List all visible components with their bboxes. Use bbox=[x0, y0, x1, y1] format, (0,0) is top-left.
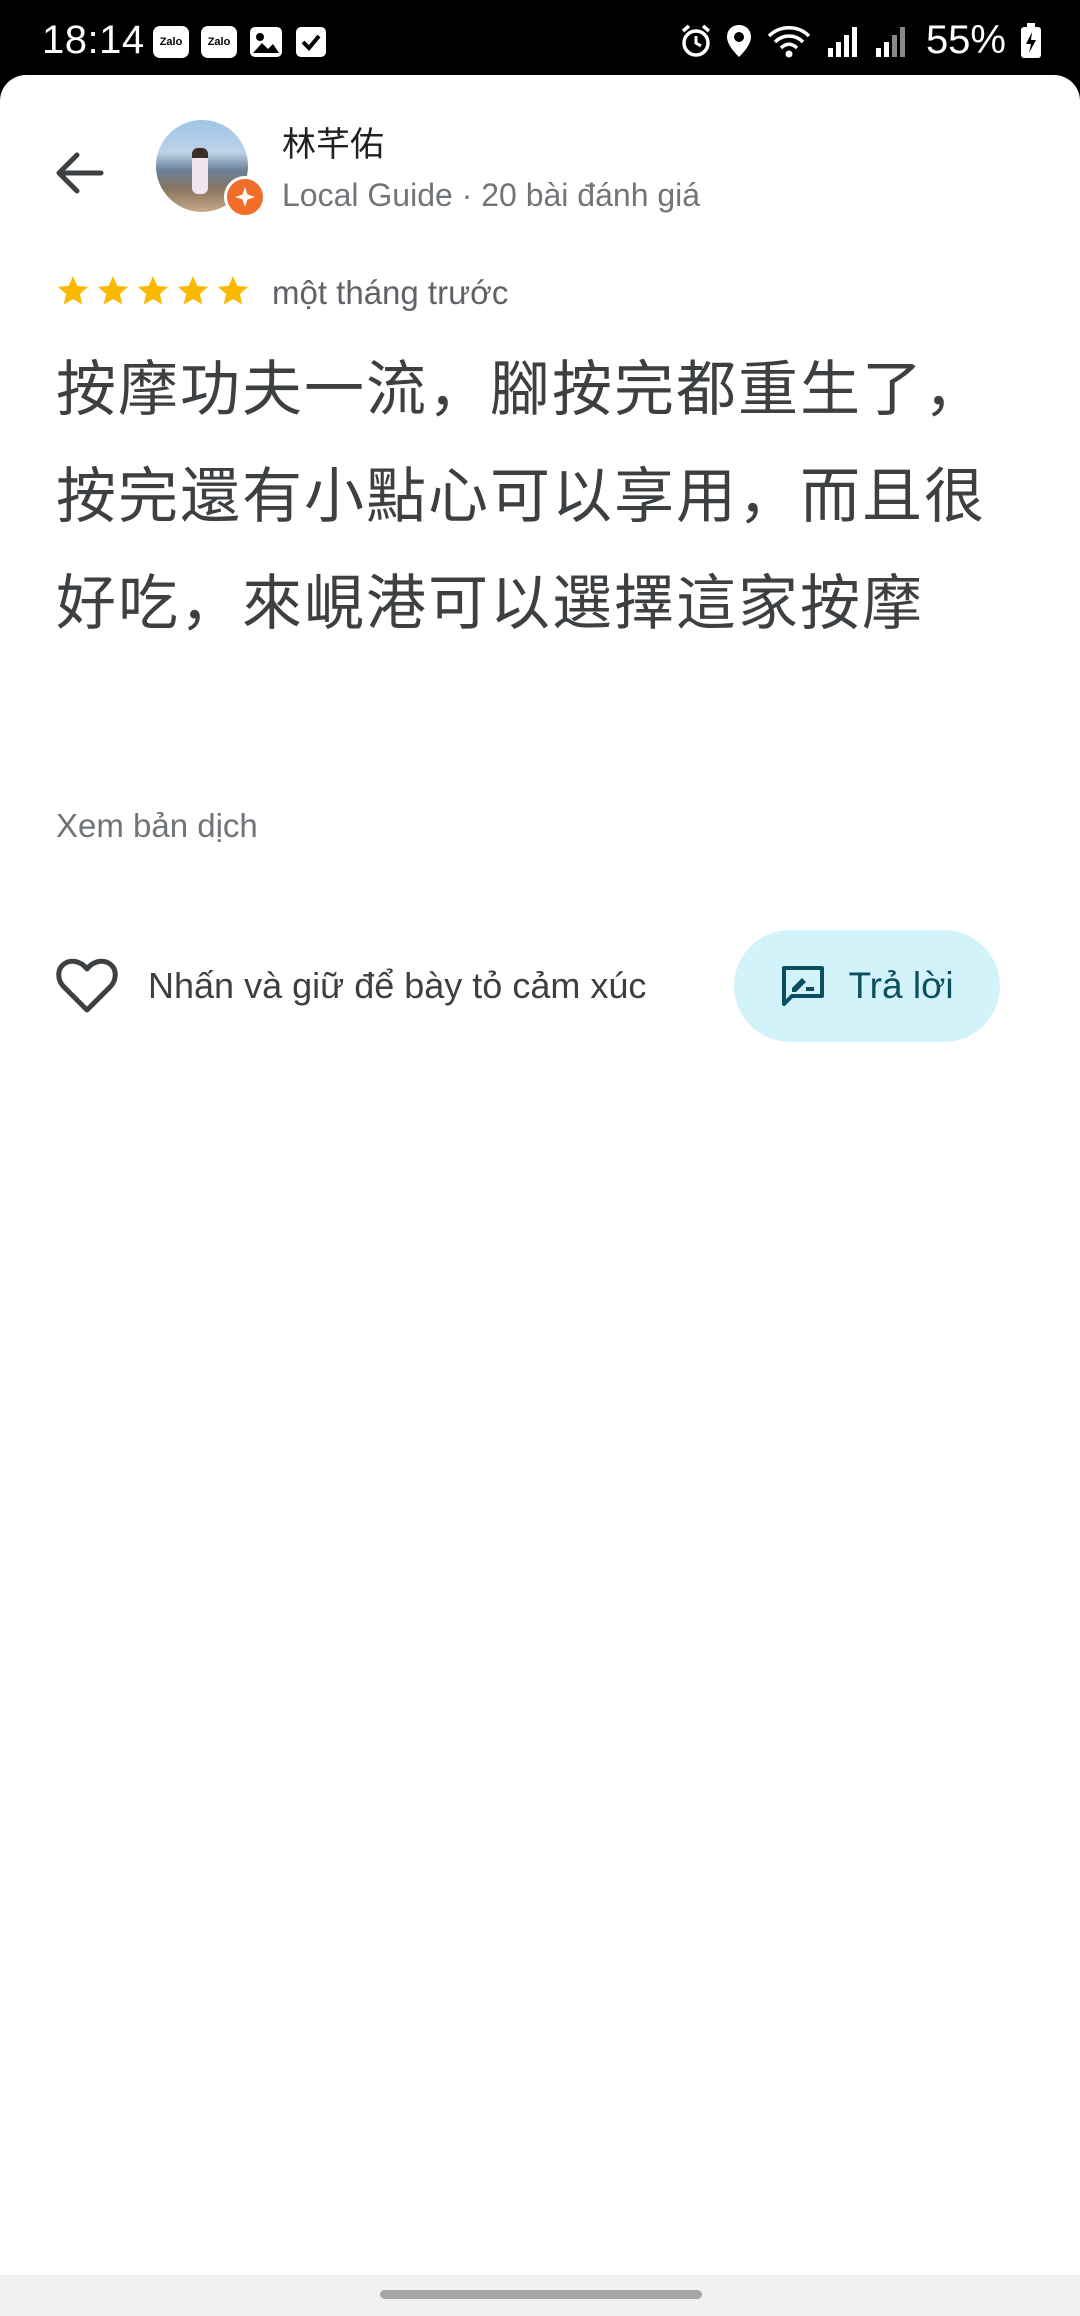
status-time: 18:14 bbox=[42, 18, 145, 62]
alarm-icon bbox=[680, 24, 712, 58]
star-icon bbox=[98, 276, 128, 305]
avatar[interactable] bbox=[156, 120, 266, 218]
status-indicators: 55% bbox=[680, 18, 1042, 63]
star-icon bbox=[178, 276, 208, 305]
star-rating bbox=[55, 273, 251, 309]
star-icon bbox=[58, 276, 88, 305]
signal-icon bbox=[826, 24, 860, 58]
checkbox-icon bbox=[295, 26, 327, 63]
gallery-icon bbox=[249, 26, 283, 63]
heart-icon bbox=[56, 958, 118, 1013]
zalo-icon: Zalo bbox=[153, 26, 189, 58]
translate-link[interactable]: Xem bản dịch bbox=[56, 807, 258, 845]
back-arrow-icon bbox=[56, 152, 104, 194]
reviewer-name[interactable]: 林芊佑 bbox=[282, 117, 384, 166]
home-gesture-handle[interactable] bbox=[380, 2290, 702, 2299]
reviewer-subtitle: Local Guide · 20 bài đánh giá bbox=[282, 177, 701, 213]
star-icon bbox=[138, 276, 168, 305]
status-bar: 18:14 Zalo Zalo 55% bbox=[0, 0, 1080, 75]
react-label: Nhấn và giữ để bày tỏ cảm xúc bbox=[148, 965, 647, 1006]
local-guide-badge-icon bbox=[224, 176, 266, 218]
review-time: một tháng trước bbox=[272, 274, 509, 311]
review-sheet: 林芊佑 Local Guide · 20 bài đánh giá một th… bbox=[0, 75, 1080, 2275]
reply-label: Trả lời bbox=[848, 965, 954, 1006]
zalo-icon: Zalo bbox=[201, 26, 237, 58]
star-icon bbox=[218, 276, 248, 305]
reply-icon bbox=[782, 966, 825, 1006]
review-text: 按摩功夫一流，腳按完都重生了，按完還有小點心可以享用，而且很好吃，來峴港可以選擇… bbox=[56, 355, 986, 639]
back-button[interactable] bbox=[40, 133, 120, 213]
battery-icon bbox=[1020, 22, 1042, 59]
wifi-icon bbox=[766, 24, 812, 58]
battery-percent: 55% bbox=[925, 18, 1006, 62]
react-button[interactable]: Nhấn và giữ để bày tỏ cảm xúc bbox=[56, 958, 646, 1014]
notification-icons: Zalo Zalo bbox=[153, 26, 327, 63]
location-icon bbox=[726, 24, 752, 58]
signal-icon-2 bbox=[874, 24, 908, 58]
avatar-photo bbox=[192, 148, 208, 194]
reply-button[interactable]: Trả lời bbox=[734, 930, 1000, 1042]
